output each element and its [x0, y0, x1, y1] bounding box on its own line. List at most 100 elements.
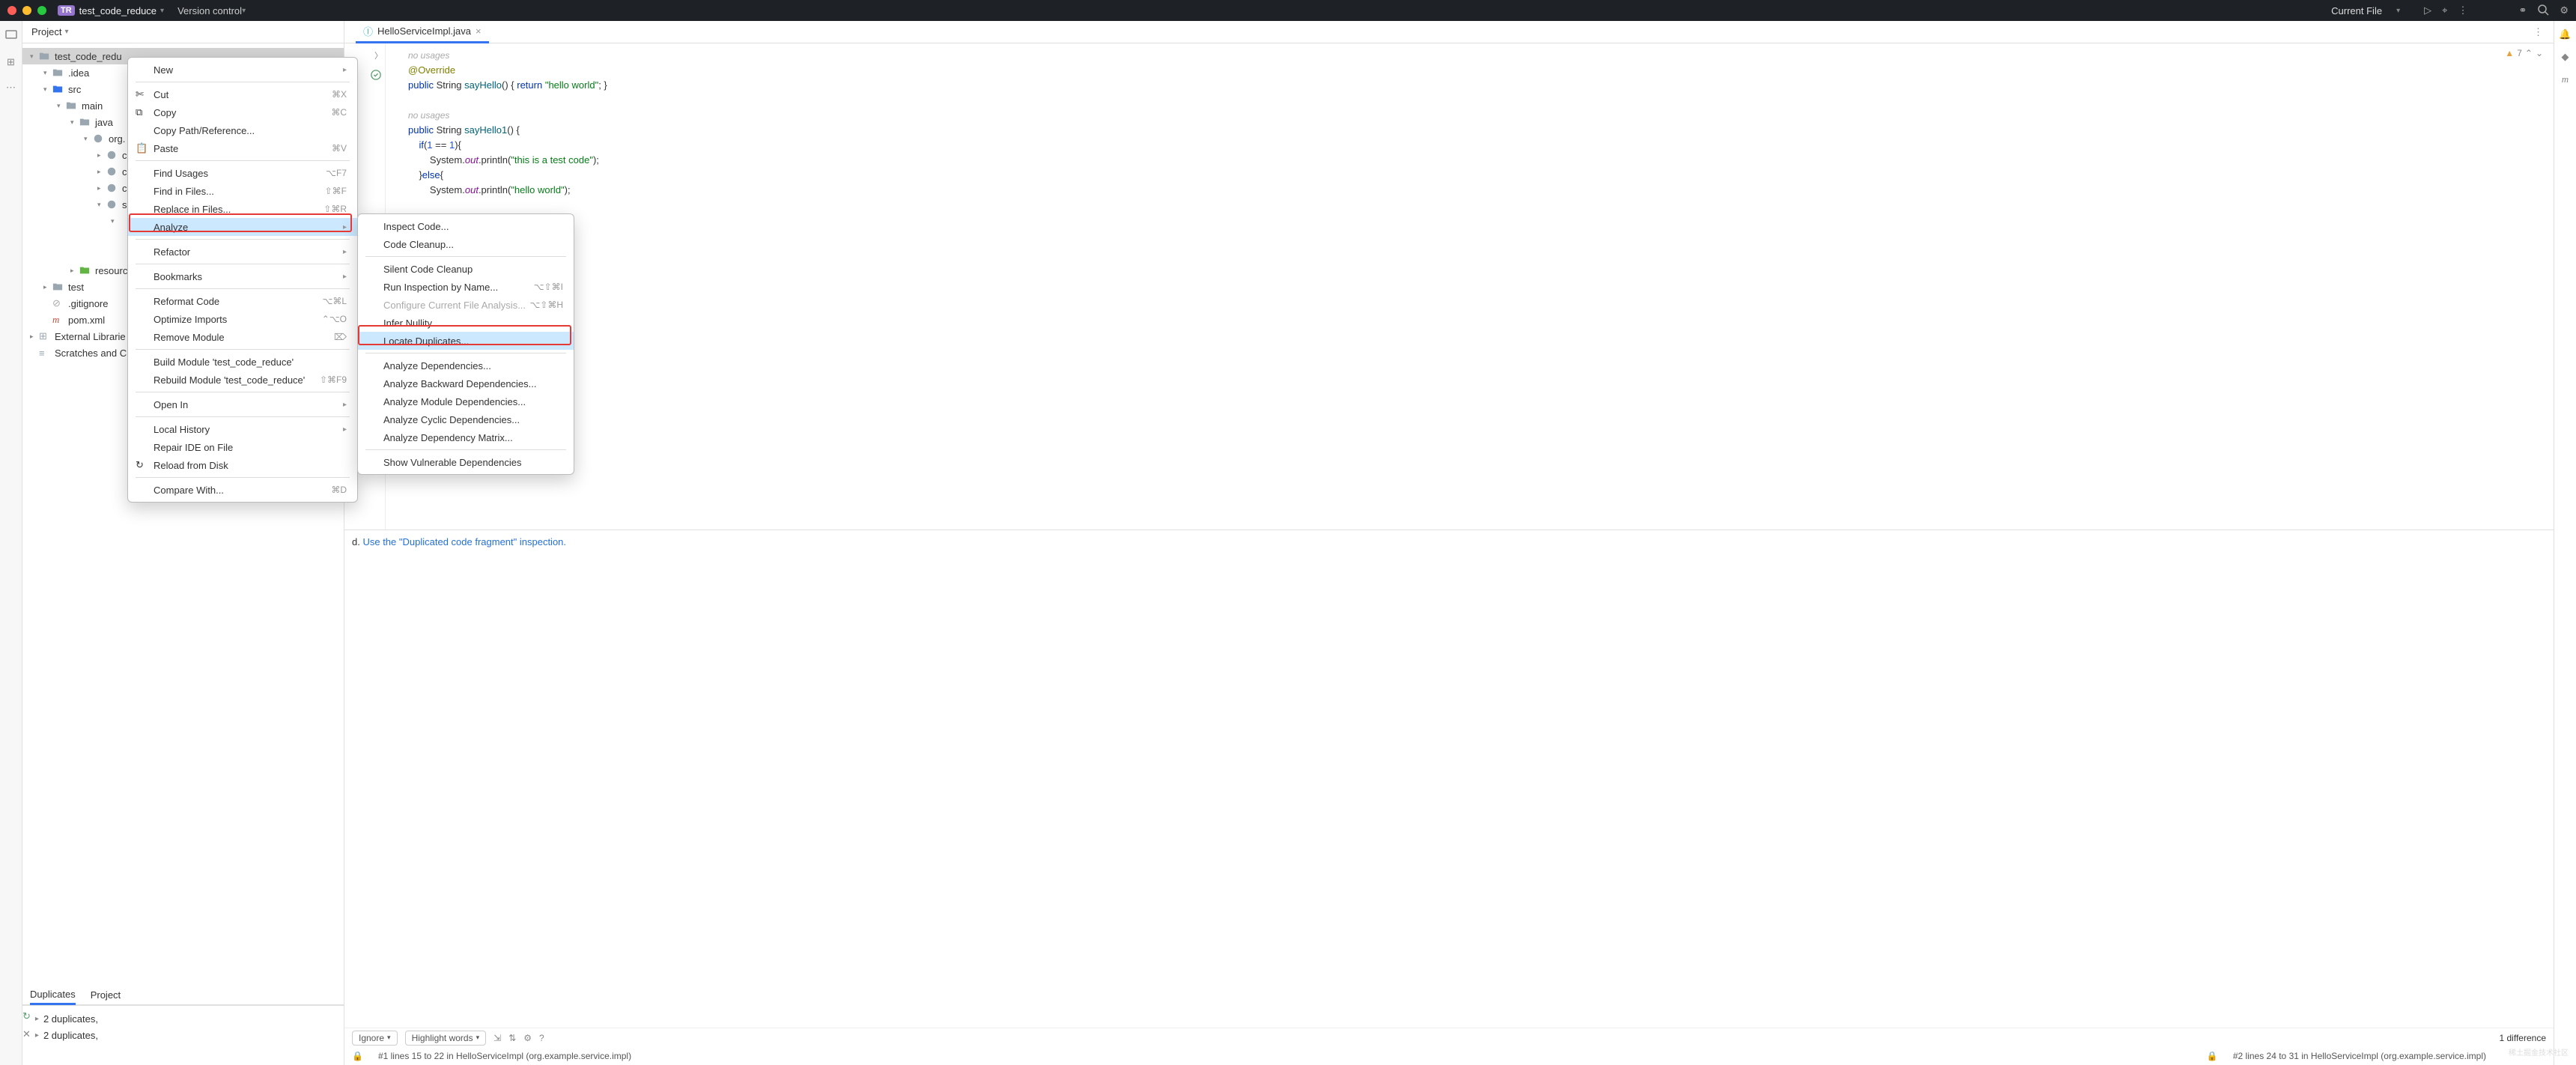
help-icon[interactable]: ?	[539, 1033, 544, 1043]
project-panel-header: Project ▾	[22, 21, 344, 43]
more-tool-icon[interactable]: ⋯	[6, 82, 16, 94]
debug-icon[interactable]: ⌖	[2442, 4, 2447, 16]
menu-item[interactable]: Silent Code Cleanup	[358, 260, 574, 278]
menu-item[interactable]: Build Module 'test_code_reduce'	[128, 353, 357, 371]
rerun-icon[interactable]: ↻	[22, 1010, 31, 1022]
menu-item[interactable]: Open In▸	[128, 395, 357, 413]
menu-item[interactable]: Optimize Imports⌃⌥O	[128, 310, 357, 328]
close-tab-icon[interactable]: ×	[476, 25, 482, 37]
menu-item[interactable]: ↻Reload from Disk	[128, 456, 357, 474]
menu-item[interactable]: Analyze▸	[128, 218, 357, 236]
project-tool-icon[interactable]	[5, 28, 17, 43]
menu-item[interactable]: Infer Nullity...	[358, 314, 574, 332]
menu-item[interactable]: Analyze Cyclic Dependencies...	[358, 410, 574, 428]
menu-item[interactable]: ✄Cut⌘X	[128, 85, 357, 103]
menu-item[interactable]: Reformat Code⌥⌘L	[128, 292, 357, 310]
lock-icon: 🔒	[2207, 1051, 2218, 1061]
menu-item[interactable]: Show Vulnerable Dependencies	[358, 453, 574, 471]
editor-area: Ⓘ HelloServiceImpl.java × ⋮ 〉 no usages …	[344, 21, 2554, 1065]
run-icon[interactable]: ▷	[2424, 4, 2431, 16]
notifications-icon[interactable]: 🔔	[2559, 28, 2571, 40]
version-control-menu[interactable]: Version control	[177, 5, 242, 16]
inspection-link[interactable]: Use the "Duplicated code fragment" inspe…	[362, 536, 566, 547]
menu-item[interactable]: Compare With...⌘D	[128, 481, 357, 499]
tool-window-tabs: Duplicates Project	[22, 986, 344, 1005]
close-icon[interactable]: ✕	[22, 1028, 31, 1040]
diff-headers: 🔒 #1 lines 15 to 22 in HelloServiceImpl …	[344, 1047, 2554, 1065]
project-panel-title: Project	[31, 26, 61, 37]
menu-item[interactable]: Analyze Dependency Matrix...	[358, 428, 574, 446]
tab-project-errors[interactable]: Project	[91, 989, 121, 1001]
maven-icon[interactable]: m	[2562, 73, 2569, 85]
menu-item[interactable]: Run Inspection by Name...⌥⇧⌘I	[358, 278, 574, 296]
java-interface-icon: Ⓘ	[363, 24, 373, 38]
sync-scroll-icon[interactable]: ⇅	[508, 1033, 516, 1043]
next-highlight-icon[interactable]: ⌄	[2536, 48, 2543, 58]
inspection-summary[interactable]: ▲ 7 ⌃ ⌄	[2505, 48, 2543, 58]
chevron-down-icon: ▾	[2396, 7, 2400, 15]
menu-item[interactable]: Analyze Dependencies...	[358, 356, 574, 374]
editor-tabs: Ⓘ HelloServiceImpl.java × ⋮	[344, 21, 2554, 43]
menu-item[interactable]: 📋Paste⌘V	[128, 139, 357, 157]
difference-count: 1 difference	[2500, 1033, 2547, 1043]
menu-item[interactable]: Refactor▸	[128, 243, 357, 261]
menu-item[interactable]: Find in Files...⇧⌘F	[128, 182, 357, 200]
context-menu-project[interactable]: New▸ ✄Cut⌘X⧉Copy⌘CCopy Path/Reference...📋…	[127, 57, 358, 503]
more-icon[interactable]: ⋮	[2458, 4, 2467, 16]
lock-icon: 🔒	[352, 1051, 363, 1061]
menu-item[interactable]: Configure Current File Analysis...⌥⇧⌘H	[358, 296, 574, 314]
highlight-dropdown[interactable]: Highlight words ▾	[405, 1031, 487, 1046]
menu-item[interactable]: Code Cleanup...	[358, 235, 574, 253]
ignore-dropdown[interactable]: Ignore ▾	[352, 1031, 398, 1046]
menu-item[interactable]: Find Usages⌥F7	[128, 164, 357, 182]
prev-highlight-icon[interactable]: ⌃	[2525, 48, 2533, 58]
close-window[interactable]	[7, 6, 16, 15]
collapse-icon[interactable]: ⇲	[493, 1033, 501, 1043]
menu-item[interactable]: New▸	[128, 61, 357, 79]
tab-actions-icon[interactable]: ⋮	[2533, 26, 2543, 38]
duplicates-message: d. Use the "Duplicated code fragment" in…	[344, 530, 2554, 1028]
context-menu-analyze[interactable]: Inspect Code...Code Cleanup... Silent Cod…	[357, 213, 574, 475]
menu-item[interactable]: Locate Duplicates...	[358, 332, 574, 350]
run-config[interactable]: Current File	[2331, 5, 2382, 16]
right-toolbar: 🔔 ◆ m	[2554, 21, 2576, 1065]
code-editor[interactable]: 〉 no usages @Override public String sayH…	[344, 43, 2554, 530]
ai-assist-icon[interactable]: ◆	[2562, 51, 2569, 63]
menu-item[interactable]: Repair IDE on File	[128, 438, 357, 456]
code-with-me-icon[interactable]: ⚭	[2518, 4, 2527, 16]
menu-item[interactable]: Inspect Code...	[358, 217, 574, 235]
override-gutter-icon[interactable]	[371, 70, 381, 80]
diff-toolbar: Ignore ▾ Highlight words ▾ ⇲ ⇅ ⚙ ? 1 dif…	[344, 1028, 2554, 1047]
tab-filename: HelloServiceImpl.java	[377, 25, 471, 37]
warning-count: 7	[2517, 48, 2522, 58]
duplicates-toolbar: ↻ ✕	[22, 1006, 31, 1065]
settings-icon[interactable]: ⚙	[523, 1033, 532, 1043]
titlebar: TR test_code_reduce ▾ Version control ▾ …	[0, 0, 2576, 21]
menu-item[interactable]: Analyze Backward Dependencies...	[358, 374, 574, 392]
duplicates-list[interactable]: ▸ 2 duplicates,▸ 2 duplicates,	[31, 1006, 353, 1065]
menu-item[interactable]: Analyze Module Dependencies...	[358, 392, 574, 410]
menu-item[interactable]: Bookmarks▸	[128, 267, 357, 285]
project-badge: TR	[58, 5, 75, 16]
menu-item[interactable]: Rebuild Module 'test_code_reduce'⇧⌘F9	[128, 371, 357, 389]
search-icon[interactable]	[2537, 4, 2549, 18]
menu-item[interactable]: Replace in Files...⇧⌘R	[128, 200, 357, 218]
tab-duplicates[interactable]: Duplicates	[30, 986, 76, 1005]
menu-item[interactable]: Copy Path/Reference...	[128, 121, 357, 139]
chevron-down-icon: ▾	[160, 7, 164, 15]
duplicate-group[interactable]: ▸ 2 duplicates,	[35, 1010, 348, 1027]
minimize-window[interactable]	[22, 6, 31, 15]
project-name[interactable]: test_code_reduce	[79, 5, 157, 16]
maximize-window[interactable]	[37, 6, 46, 15]
diff-right-title: #2 lines 24 to 31 in HelloServiceImpl (o…	[2233, 1051, 2486, 1061]
menu-item[interactable]: ⧉Copy⌘C	[128, 103, 357, 121]
settings-icon[interactable]: ⚙	[2560, 4, 2569, 16]
chevron-down-icon[interactable]: ▾	[64, 28, 68, 36]
duplicate-group[interactable]: ▸ 2 duplicates,	[35, 1027, 348, 1043]
structure-tool-icon[interactable]: ⊞	[7, 56, 15, 68]
menu-item[interactable]: Remove Module⌦	[128, 328, 357, 346]
window-controls	[7, 6, 46, 15]
file-tab[interactable]: Ⓘ HelloServiceImpl.java ×	[356, 21, 489, 43]
menu-item[interactable]: Local History▸	[128, 420, 357, 438]
left-toolbar: ⊞ ⋯	[0, 21, 22, 1065]
